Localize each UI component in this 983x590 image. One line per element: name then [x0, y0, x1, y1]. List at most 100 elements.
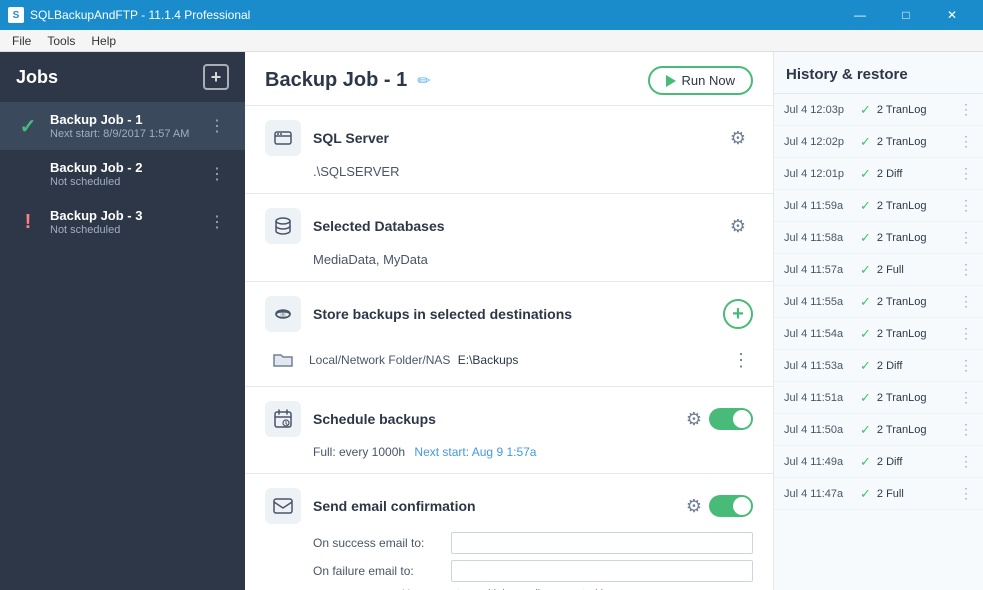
databases-value: MediaData, MyData [313, 252, 753, 267]
job-1-name: Backup Job - 1 [50, 112, 205, 127]
job-3-info: Backup Job - 3 Not scheduled [50, 208, 205, 236]
edit-icon[interactable]: ✏ [417, 71, 430, 91]
history-item-menu-button[interactable]: ⋮ [959, 133, 973, 150]
history-item[interactable]: Jul 4 11:54a ✓ 2 TranLog ⋮ [774, 318, 983, 350]
history-type: 2 TranLog [877, 232, 955, 244]
schedule-toggle[interactable] [709, 408, 753, 430]
sql-server-icon [265, 120, 301, 156]
failure-email-row: On failure email to: [313, 560, 753, 582]
job-3-menu-button[interactable]: ⋮ [205, 210, 229, 234]
job-1-schedule: Next start: 8/9/2017 1:57 AM [50, 128, 205, 140]
history-time: Jul 4 12:02p [784, 136, 856, 148]
check-icon: ✓ [20, 114, 37, 139]
history-type: 2 Full [877, 264, 955, 276]
history-item-menu-button[interactable]: ⋮ [959, 261, 973, 278]
sql-server-section: SQL Server ⚙ .\SQLSERVER [245, 106, 773, 194]
email-gear-button[interactable]: ⚙ [679, 491, 709, 521]
email-label: Send email confirmation [313, 498, 679, 514]
menu-file[interactable]: File [4, 32, 39, 50]
menu-help[interactable]: Help [83, 32, 124, 50]
menu-bar: File Tools Help [0, 30, 983, 52]
history-time: Jul 4 11:59a [784, 200, 856, 212]
history-type: 2 Diff [877, 168, 955, 180]
history-item[interactable]: Jul 4 12:02p ✓ 2 TranLog ⋮ [774, 126, 983, 158]
history-item[interactable]: Jul 4 11:50a ✓ 2 TranLog ⋮ [774, 414, 983, 446]
history-item[interactable]: Jul 4 11:51a ✓ 2 TranLog ⋮ [774, 382, 983, 414]
history-type: 2 Full [877, 488, 955, 500]
content-header: Backup Job - 1 ✏ Run Now [245, 52, 773, 106]
job-item-3[interactable]: ! Backup Job - 3 Not scheduled ⋮ [0, 198, 245, 246]
history-item[interactable]: Jul 4 11:55a ✓ 2 TranLog ⋮ [774, 286, 983, 318]
minimize-button[interactable]: — [837, 0, 883, 30]
history-time: Jul 4 12:01p [784, 168, 856, 180]
history-type: 2 TranLog [877, 296, 955, 308]
history-item[interactable]: Jul 4 11:57a ✓ 2 Full ⋮ [774, 254, 983, 286]
sql-server-gear-button[interactable]: ⚙ [723, 123, 753, 153]
history-item-menu-button[interactable]: ⋮ [959, 325, 973, 342]
add-destination-button[interactable]: + [723, 299, 753, 329]
check-icon: ✓ [860, 422, 871, 438]
history-item-menu-button[interactable]: ⋮ [959, 357, 973, 374]
check-icon: ✓ [860, 102, 871, 118]
destinations-section: Store backups in selected destinations +… [245, 282, 773, 387]
check-icon: ✓ [860, 326, 871, 342]
schedule-header: Schedule backups ⚙ [265, 401, 753, 437]
sql-server-header: SQL Server ⚙ [265, 120, 753, 156]
history-item[interactable]: Jul 4 11:58a ✓ 2 TranLog ⋮ [774, 222, 983, 254]
history-item-menu-button[interactable]: ⋮ [959, 485, 973, 502]
history-item-menu-button[interactable]: ⋮ [959, 421, 973, 438]
databases-gear-button[interactable]: ⚙ [723, 211, 753, 241]
history-item-menu-button[interactable]: ⋮ [959, 389, 973, 406]
history-item[interactable]: Jul 4 12:01p ✓ 2 Diff ⋮ [774, 158, 983, 190]
history-panel: History & restore Jul 4 12:03p ✓ 2 TranL… [773, 52, 983, 590]
history-time: Jul 4 11:47a [784, 488, 856, 500]
history-time: Jul 4 11:50a [784, 424, 856, 436]
email-toggle[interactable] [709, 495, 753, 517]
content-scroll[interactable]: SQL Server ⚙ .\SQLSERVER Selected Databa… [245, 106, 773, 590]
job-2-info: Backup Job - 2 Not scheduled [50, 160, 205, 188]
history-item-menu-button[interactable]: ⋮ [959, 197, 973, 214]
add-job-button[interactable]: + [203, 64, 229, 90]
schedule-gear-button[interactable]: ⚙ [679, 404, 709, 434]
history-type: 2 Diff [877, 456, 955, 468]
history-time: Jul 4 11:57a [784, 264, 856, 276]
job-1-menu-button[interactable]: ⋮ [205, 114, 229, 138]
history-item[interactable]: Jul 4 11:59a ✓ 2 TranLog ⋮ [774, 190, 983, 222]
history-item-menu-button[interactable]: ⋮ [959, 293, 973, 310]
success-email-row: On success email to: [313, 532, 753, 554]
destinations-header: Store backups in selected destinations + [265, 296, 753, 332]
check-icon: ✓ [860, 230, 871, 246]
nas-folder-icon [265, 352, 301, 368]
job-item-1[interactable]: ✓ Backup Job - 1 Next start: 8/9/2017 1:… [0, 102, 245, 150]
history-time: Jul 4 11:55a [784, 296, 856, 308]
close-button[interactable]: ✕ [929, 0, 975, 30]
maximize-button[interactable]: □ [883, 0, 929, 30]
job-item-2[interactable]: Backup Job - 2 Not scheduled ⋮ [0, 150, 245, 198]
failure-email-input[interactable] [451, 560, 753, 582]
main-layout: Jobs + ✓ Backup Job - 1 Next start: 8/9/… [0, 52, 983, 590]
failure-email-label: On failure email to: [313, 564, 443, 578]
history-time: Jul 4 11:53a [784, 360, 856, 372]
schedule-label: Schedule backups [313, 411, 679, 427]
history-item-menu-button[interactable]: ⋮ [959, 453, 973, 470]
history-item[interactable]: Jul 4 11:53a ✓ 2 Diff ⋮ [774, 350, 983, 382]
history-type: 2 TranLog [877, 136, 955, 148]
history-item[interactable]: Jul 4 12:03p ✓ 2 TranLog ⋮ [774, 94, 983, 126]
menu-tools[interactable]: Tools [39, 32, 83, 50]
history-item[interactable]: Jul 4 11:49a ✓ 2 Diff ⋮ [774, 446, 983, 478]
nas-menu-button[interactable]: ⋮ [729, 348, 753, 372]
history-item[interactable]: Jul 4 11:47a ✓ 2 Full ⋮ [774, 478, 983, 510]
check-icon: ✓ [860, 390, 871, 406]
sql-server-label: SQL Server [313, 130, 723, 146]
success-email-input[interactable] [451, 532, 753, 554]
databases-label: Selected Databases [313, 218, 723, 234]
check-icon: ✓ [860, 198, 871, 214]
history-type: 2 TranLog [877, 424, 955, 436]
job-2-menu-button[interactable]: ⋮ [205, 162, 229, 186]
history-type: 2 TranLog [877, 104, 955, 116]
history-item-menu-button[interactable]: ⋮ [959, 229, 973, 246]
history-item-menu-button[interactable]: ⋮ [959, 165, 973, 182]
destinations-icon [265, 296, 301, 332]
history-item-menu-button[interactable]: ⋮ [959, 101, 973, 118]
run-now-button[interactable]: Run Now [648, 66, 753, 95]
